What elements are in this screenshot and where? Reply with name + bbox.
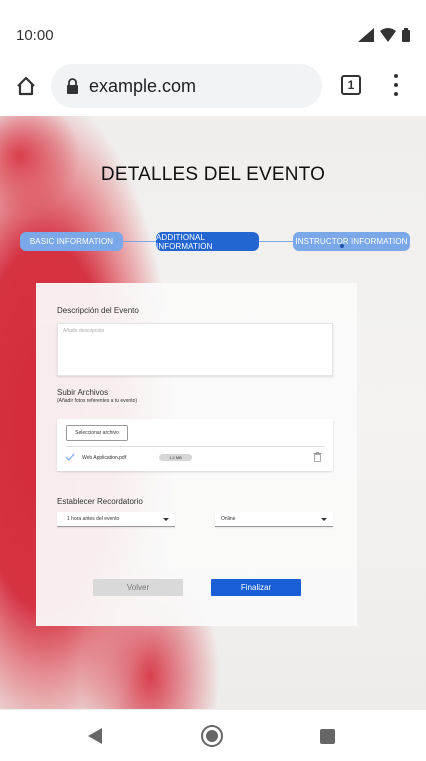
- tab-switcher-button[interactable]: 1: [341, 75, 361, 95]
- step-additional-information[interactable]: ADDITIONAL INFORMATION: [156, 232, 259, 251]
- back-icon[interactable]: [88, 728, 102, 744]
- page-title: DETALLES DEL EVENTO: [100, 164, 326, 185]
- chevron-down-icon: [321, 518, 327, 521]
- upload-label: Subir Archivos: [57, 388, 109, 397]
- description-label: Descripción del Evento: [57, 306, 139, 315]
- battery-icon: [402, 28, 410, 42]
- url-text: example.com: [89, 75, 197, 96]
- menu-icon[interactable]: [390, 72, 402, 98]
- step-basic-information[interactable]: BASIC INFORMATION: [20, 232, 123, 251]
- chevron-down-icon: [163, 518, 169, 521]
- lock-icon: [65, 78, 79, 94]
- form-card: Descripción del Evento Añadir descripció…: [36, 283, 357, 626]
- status-bar: 10:00: [0, 0, 426, 62]
- reminder-mode-select[interactable]: Online: [215, 512, 333, 527]
- system-nav-bar: [0, 709, 426, 761]
- reminder-mode-value: Online: [221, 516, 236, 522]
- status-time: 10:00: [16, 27, 54, 44]
- upload-box: Seleccionar archivo Web Application.pdf …: [57, 419, 333, 471]
- signal-icon: [358, 28, 374, 42]
- stepper-connector: [259, 241, 293, 242]
- file-size-badge: 1.2 MB: [159, 454, 192, 461]
- select-file-button[interactable]: Seleccionar archivo: [66, 425, 128, 441]
- page-content: DETALLES DEL EVENTO BASIC INFORMATION AD…: [0, 116, 426, 709]
- check-icon: [65, 453, 75, 461]
- stepper-connector: [123, 241, 156, 242]
- reminder-label: Establecer Recordatorio: [57, 497, 143, 506]
- finish-button[interactable]: Finalizar: [211, 579, 301, 596]
- reminder-time-select[interactable]: 1 hora antes del evento: [57, 512, 175, 527]
- status-icons: [358, 28, 410, 42]
- reminder-time-value: 1 hora antes del evento: [67, 516, 120, 522]
- home-circle-icon[interactable]: [203, 727, 221, 745]
- file-name: Web Application.pdf: [82, 455, 127, 461]
- description-textarea[interactable]: Añadir descripción: [57, 323, 333, 376]
- upload-divider: [66, 446, 325, 447]
- wifi-icon: [380, 28, 396, 42]
- upload-hint: (Añadir fotos referentes a tu evento): [57, 398, 138, 404]
- stepper: BASIC INFORMATION ADDITIONAL INFORMATION…: [20, 232, 410, 252]
- browser-toolbar: example.com 1: [0, 62, 426, 114]
- address-bar[interactable]: example.com: [51, 64, 322, 108]
- home-icon: [17, 76, 35, 96]
- back-button[interactable]: Volver: [93, 579, 183, 596]
- recents-icon[interactable]: [320, 729, 335, 744]
- cursor-dot: [340, 244, 344, 248]
- step-instructor-information[interactable]: INSTRUCTOR INFORMATION: [293, 232, 410, 251]
- home-button[interactable]: [12, 72, 40, 100]
- trash-icon[interactable]: [313, 452, 322, 462]
